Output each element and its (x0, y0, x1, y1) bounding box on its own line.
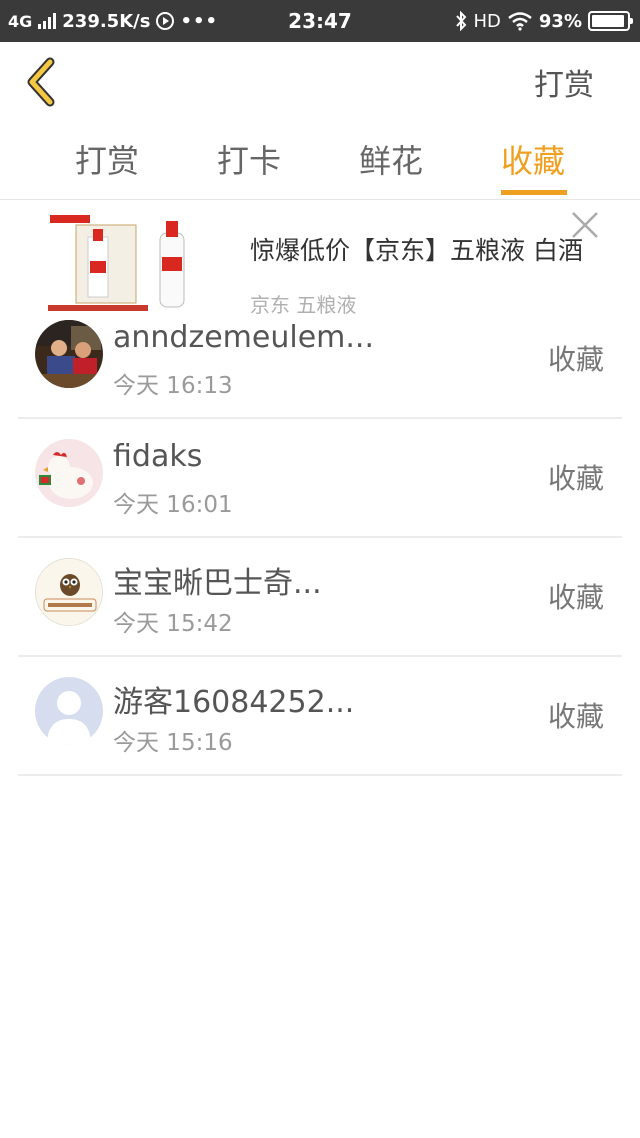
header-bar: 打赏 (0, 42, 640, 122)
owl-avatar-image (36, 559, 102, 625)
user-name: anndzemeulem... (113, 320, 374, 355)
ad-banner[interactable]: 惊爆低价【京东】五粮液 白酒 京东 五粮液 (0, 201, 640, 317)
wifi-icon (508, 12, 532, 31)
status-right: HD 93% (454, 0, 633, 42)
action-label: 收藏 (547, 462, 604, 495)
chevron-left-icon (27, 57, 55, 107)
bluetooth-icon (455, 11, 466, 31)
favorites-list: anndzemeulem... 今天 16:13 收藏 fidaks 今天 16… (18, 300, 622, 776)
action-label: 收藏 (547, 343, 604, 376)
user-name: fidaks (113, 439, 203, 474)
list-item[interactable]: 宝宝晰巴士奇... 今天 15:42 收藏 (18, 538, 622, 657)
list-item[interactable]: fidaks 今天 16:01 收藏 (18, 419, 622, 538)
default-user-icon (35, 677, 103, 745)
avatar (35, 320, 103, 388)
tab-favorites[interactable]: 收藏 (473, 136, 593, 182)
ad-title: 惊爆低价【京东】五粮液 白酒 (250, 236, 583, 265)
avatar (35, 439, 103, 507)
battery-icon (588, 11, 633, 31)
ad-product-image (48, 211, 198, 311)
tab-bar: 打赏 打卡 鲜花 收藏 (0, 122, 640, 200)
timestamp: 今天 15:16 (113, 730, 233, 756)
avatar (35, 677, 103, 745)
close-icon (572, 212, 598, 238)
timestamp: 今天 16:13 (113, 373, 233, 399)
user-name: 游客16084252... (113, 685, 355, 720)
battery-fill (592, 15, 624, 27)
active-tab-indicator (501, 190, 567, 195)
user-name: 宝宝晰巴士奇... (113, 566, 322, 601)
list-item[interactable]: 游客16084252... 今天 15:16 收藏 (18, 657, 622, 776)
list-item[interactable]: anndzemeulem... 今天 16:13 收藏 (18, 300, 622, 419)
battery-percent: 93% (538, 10, 582, 32)
reward-header-button[interactable]: 打赏 (534, 60, 594, 104)
screen: 4G 239.5K/s ••• 23:47 HD 93% 打赏 打赏 打卡 鲜花… (0, 0, 640, 1138)
avatar (35, 558, 103, 626)
tab-checkin[interactable]: 打卡 (189, 136, 309, 182)
hd-indicator: HD (473, 10, 501, 32)
tab-reward[interactable]: 打赏 (47, 136, 167, 182)
photo-avatar-image (35, 320, 103, 388)
chicken-avatar-image (35, 439, 103, 507)
action-label: 收藏 (547, 581, 604, 614)
status-bar: 4G 239.5K/s ••• 23:47 HD 93% (0, 0, 640, 42)
timestamp: 今天 15:42 (113, 611, 233, 637)
back-button[interactable] (22, 54, 66, 110)
tab-flowers[interactable]: 鲜花 (331, 136, 451, 182)
action-label: 收藏 (547, 700, 604, 733)
timestamp: 今天 16:01 (113, 492, 233, 518)
ad-close-button[interactable] (568, 208, 602, 242)
